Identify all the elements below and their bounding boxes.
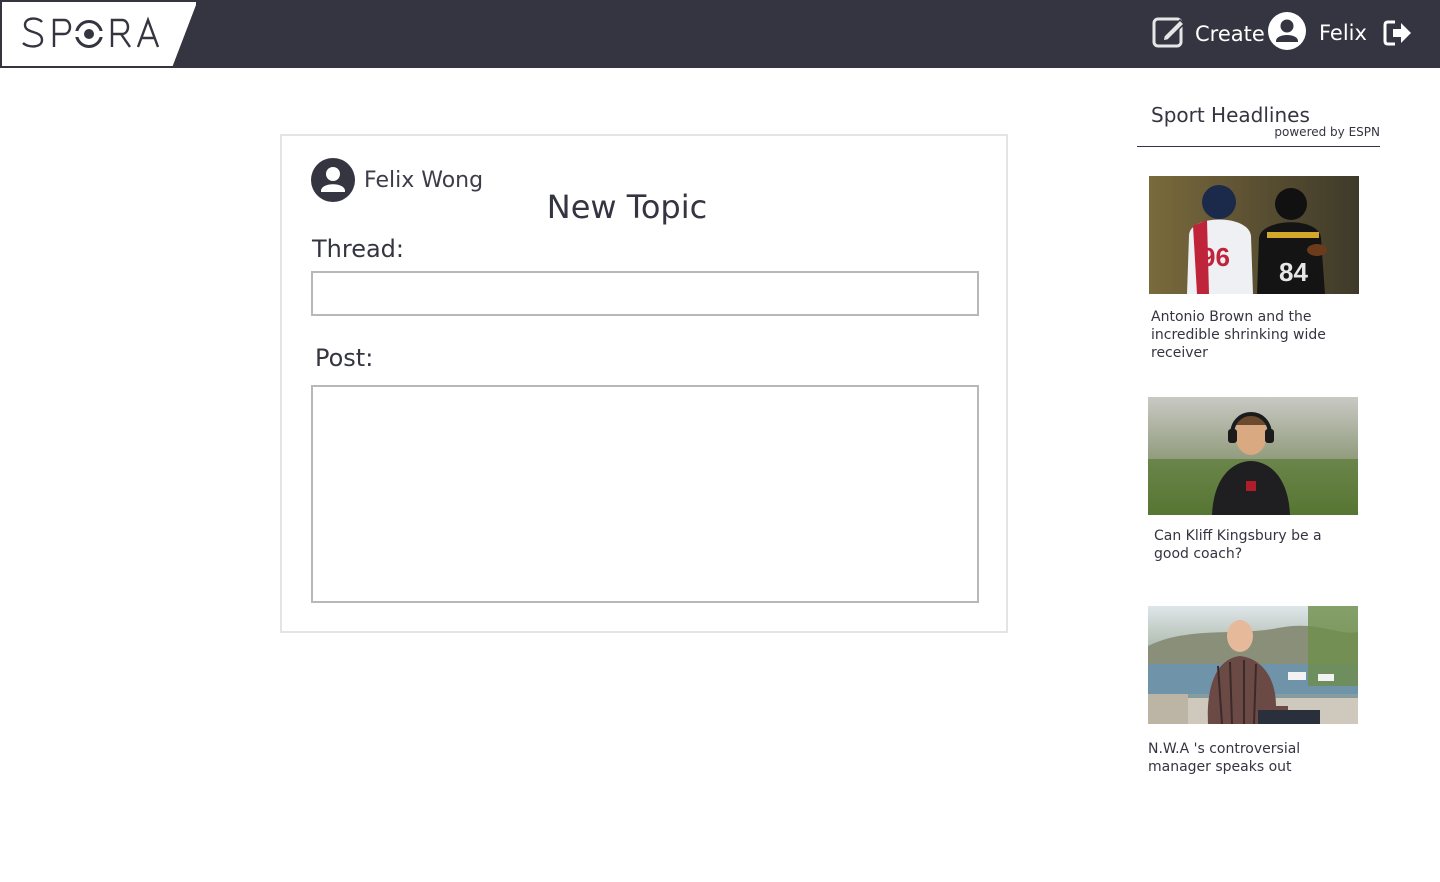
post-label: Post: xyxy=(315,344,374,372)
logout-icon xyxy=(1383,20,1413,51)
create-label: Create xyxy=(1195,22,1265,46)
sidebar-title: Sport Headlines xyxy=(1151,103,1310,127)
headline-item[interactable]: N.W.A 's controversial manager speaks ou… xyxy=(1148,606,1360,776)
headline-caption: N.W.A 's controversial manager speaks ou… xyxy=(1148,741,1301,775)
sidebar-divider xyxy=(1137,146,1380,147)
logout-button[interactable] xyxy=(1383,19,1413,51)
svg-text:84: 84 xyxy=(1279,257,1308,287)
thread-input[interactable] xyxy=(311,271,979,316)
headline-item[interactable]: 96 84 Antonio Brown and the incredible s… xyxy=(1149,176,1361,362)
page-title: New Topic xyxy=(546,188,708,226)
powered-by-label: powered by ESPN xyxy=(1274,125,1380,139)
football-players-photo: 96 84 xyxy=(1149,176,1359,294)
thread-label: Thread: xyxy=(312,235,405,263)
user-avatar-icon xyxy=(1268,12,1306,54)
post-textarea[interactable] xyxy=(311,385,979,603)
svg-text:96: 96 xyxy=(1201,242,1230,272)
coach-headset-photo xyxy=(1148,397,1358,515)
logo[interactable] xyxy=(0,0,200,68)
new-topic-card: Felix Wong New Topic Thread: Post: xyxy=(280,134,1008,633)
user-menu[interactable]: Felix xyxy=(1268,12,1367,54)
create-button[interactable]: Create xyxy=(1151,14,1265,54)
user-name-label: Felix xyxy=(1319,21,1367,45)
logo-mark xyxy=(22,16,160,48)
edit-icon xyxy=(1151,14,1187,54)
headline-caption: Antonio Brown and the incredible shrinki… xyxy=(1151,309,1326,361)
headline-item[interactable]: Can Kliff Kingsbury be a good coach? xyxy=(1148,397,1360,563)
headline-caption: Can Kliff Kingsbury be a good coach? xyxy=(1154,528,1322,562)
elderly-man-lake-photo xyxy=(1148,606,1358,724)
top-nav-bar: Create Felix xyxy=(0,0,1440,68)
